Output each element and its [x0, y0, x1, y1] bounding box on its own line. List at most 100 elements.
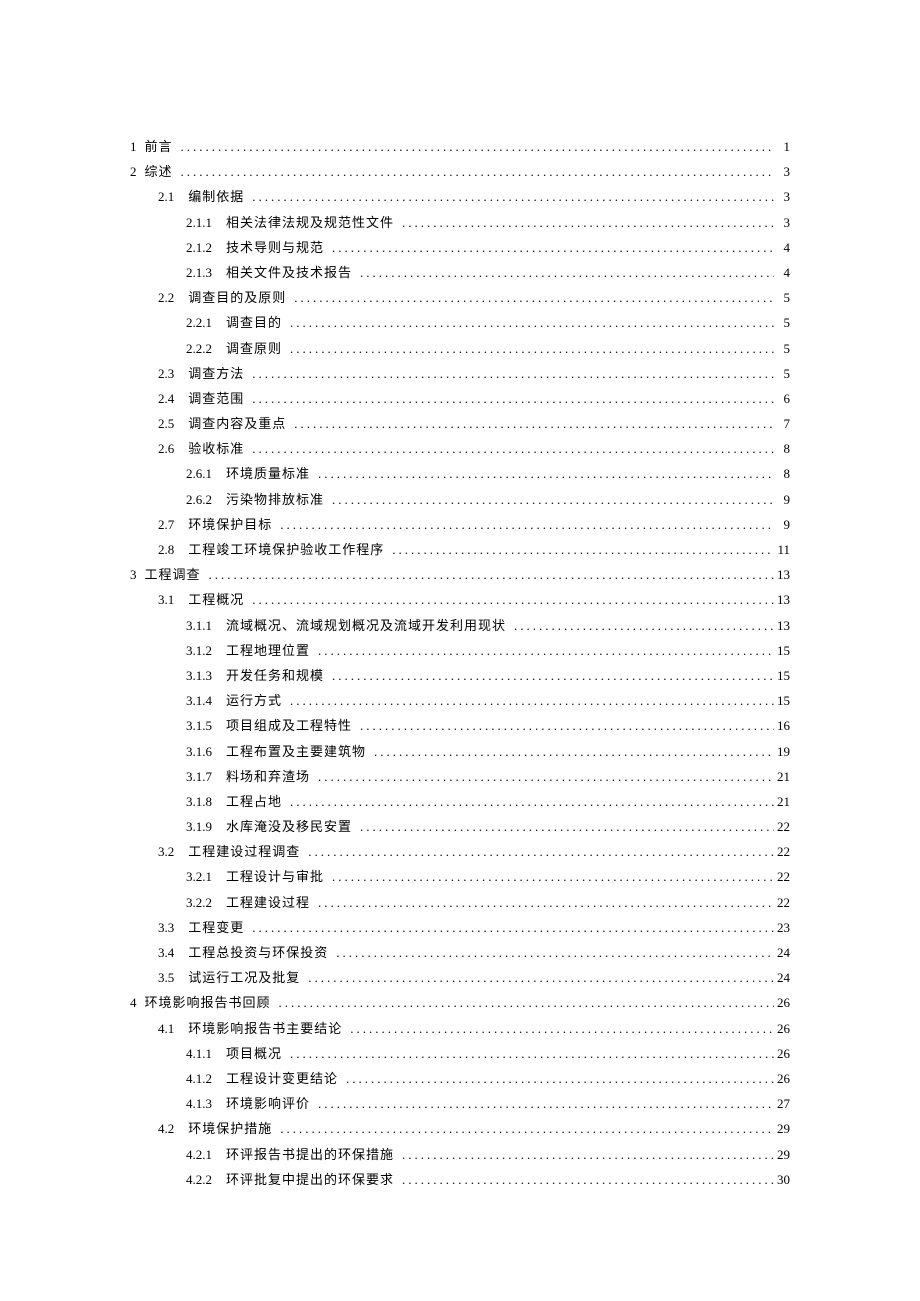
- toc-title: 环境影响评价: [226, 1097, 310, 1110]
- toc-number: 4.1.1: [186, 1047, 212, 1060]
- toc-entry: 3.2.2工程建设过程22: [130, 896, 790, 909]
- toc-leader-dots: [290, 316, 774, 329]
- toc-leader-dots: [350, 1022, 774, 1035]
- toc-leader-dots: [318, 770, 774, 783]
- toc-leader-dots: [332, 870, 774, 883]
- toc-entry: 4.2环境保护措施29: [130, 1122, 790, 1135]
- toc-leader-dots: [318, 896, 774, 909]
- toc-entry: 2.4调查范围6: [130, 392, 790, 405]
- toc-title: 调查原则: [226, 342, 282, 355]
- toc-page-number: 15: [774, 644, 790, 657]
- toc-title: 项目组成及工程特性: [226, 719, 352, 732]
- toc-title: 工程地理位置: [226, 644, 310, 657]
- toc-page-number: 5: [774, 342, 790, 355]
- toc-title: 料场和弃渣场: [226, 770, 310, 783]
- toc-leader-dots: [280, 1122, 774, 1135]
- toc-title: 前言: [145, 140, 173, 153]
- toc-entry: 3.1.6 工程布置及主要建筑物 19: [130, 745, 790, 758]
- toc-leader-dots: [402, 1148, 774, 1161]
- toc-number: 2.6: [158, 442, 174, 455]
- toc-number: 3.3: [158, 921, 174, 934]
- toc-title: 工程调查: [145, 568, 201, 581]
- toc-leader-dots: [318, 467, 774, 480]
- toc-leader-dots: [252, 921, 774, 934]
- toc-leader-dots: [252, 442, 774, 455]
- toc-title: 工程建设过程调查: [188, 845, 300, 858]
- toc-leader-dots: [181, 165, 774, 178]
- toc-leader-dots: [252, 190, 774, 203]
- toc-leader-dots: [318, 1097, 774, 1110]
- toc-title: 水库淹没及移民安置: [226, 820, 352, 833]
- toc-entry: 2.6.1环境质量标准8: [130, 467, 790, 480]
- toc-page-number: 22: [774, 820, 790, 833]
- toc-title: 调查目的: [226, 316, 282, 329]
- toc-number: 3.2.2: [186, 896, 212, 909]
- toc-number: 4.2: [158, 1122, 174, 1135]
- toc-page-number: 8: [774, 442, 790, 455]
- toc-title: 环境质量标准: [226, 467, 310, 480]
- toc-page-number: 26: [774, 1022, 790, 1035]
- toc-page-number: 13: [774, 568, 790, 581]
- toc-title: 运行方式: [226, 694, 282, 707]
- toc-page-number: 5: [774, 316, 790, 329]
- toc-page-number: 21: [774, 770, 790, 783]
- toc-leader-dots: [181, 140, 774, 153]
- toc-entry: 3.1.7料场和弃渣场21: [130, 770, 790, 783]
- toc-title: 相关法律法规及规范性文件: [226, 216, 394, 229]
- toc-page-number: 23: [774, 921, 790, 934]
- toc-entry: 2.3调查方法5: [130, 367, 790, 380]
- toc-entry: 3.1.2工程地理位置15: [130, 644, 790, 657]
- toc-title: 环评批复中提出的环保要求: [226, 1173, 394, 1186]
- toc-leader-dots: [346, 1072, 774, 1085]
- toc-entry: 2.5调查内容及重点7: [130, 417, 790, 430]
- toc-page-number: 7: [774, 417, 790, 430]
- toc-entry: 3.4工程总投资与环保投资24: [130, 946, 790, 959]
- toc-number: 3.1: [158, 593, 174, 606]
- toc-leader-dots: [290, 694, 774, 707]
- toc-leader-dots: [374, 745, 774, 758]
- toc-entry: 2综述3: [130, 165, 790, 178]
- toc-page-number: 4: [774, 266, 790, 279]
- toc-entry: 2.2.2调查原则5: [130, 342, 790, 355]
- toc-title: 环境影响报告书回顾: [145, 996, 271, 1009]
- toc-page-number: 27: [774, 1097, 790, 1110]
- toc-leader-dots: [252, 367, 774, 380]
- toc-page-number: 22: [774, 845, 790, 858]
- toc-leader-dots: [360, 820, 774, 833]
- toc-number: 3.1.3: [186, 669, 212, 682]
- toc-page-number: 19: [774, 745, 790, 758]
- toc-number: 2.1.3: [186, 266, 212, 279]
- toc-entry: 2.2调查目的及原则5: [130, 291, 790, 304]
- toc-entry: 2.1.1相关法律法规及规范性文件3: [130, 216, 790, 229]
- toc-number: 3.4: [158, 946, 174, 959]
- toc-entry: 3.1.4运行方式15: [130, 694, 790, 707]
- toc-entry: 2.6.2污染物排放标准9: [130, 493, 790, 506]
- toc-number: 2.2: [158, 291, 174, 304]
- toc-number: 3: [130, 568, 137, 581]
- toc-entry: 3.1.3开发任务和规模15: [130, 669, 790, 682]
- toc-title: 工程布置及主要建筑物: [226, 745, 366, 758]
- toc-page-number: 29: [774, 1148, 790, 1161]
- toc-entry: 2.6验收标准8: [130, 442, 790, 455]
- toc-leader-dots: [336, 946, 774, 959]
- toc-title: 流域概况、流域规划概况及流域开发利用现状: [226, 619, 506, 632]
- toc-title: 工程总投资与环保投资: [188, 946, 328, 959]
- toc-page-number: 13: [774, 593, 790, 606]
- toc-title: 项目概况: [226, 1047, 282, 1060]
- toc-leader-dots: [294, 417, 774, 430]
- toc-leader-dots: [279, 996, 774, 1009]
- toc-title: 综述: [145, 165, 173, 178]
- toc-number: 3.1.5: [186, 719, 212, 732]
- toc-number: 4.2.1: [186, 1148, 212, 1161]
- toc-title: 环评报告书提出的环保措施: [226, 1148, 394, 1161]
- toc-leader-dots: [308, 845, 774, 858]
- toc-entry: 4环境影响报告书回顾26: [130, 996, 790, 1009]
- toc-leader-dots: [290, 1047, 774, 1060]
- toc-leader-dots: [280, 518, 774, 531]
- toc-number: 2.1: [158, 190, 174, 203]
- toc-number: 3.1.6: [186, 745, 212, 758]
- toc-title: 污染物排放标准: [226, 493, 324, 506]
- toc-page-number: 3: [774, 190, 790, 203]
- toc-number: 3.1.4: [186, 694, 212, 707]
- toc-entry: 4.1环境影响报告书主要结论26: [130, 1022, 790, 1035]
